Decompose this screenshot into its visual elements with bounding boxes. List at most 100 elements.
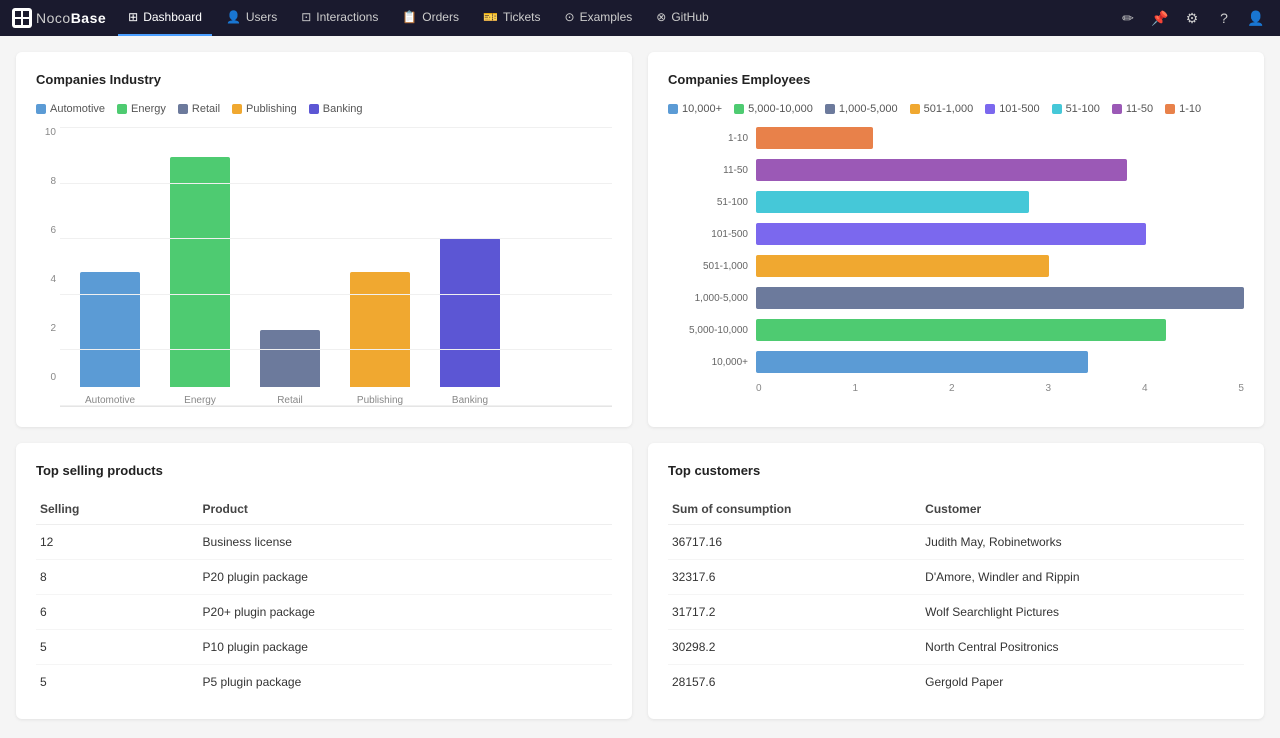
cell-sum: 32317.6	[668, 560, 921, 595]
nav-tickets[interactable]: 🎫 Tickets	[473, 0, 551, 36]
tables-row: Top selling products Selling Product 12B…	[16, 443, 1264, 719]
cell-selling: 5	[36, 665, 199, 700]
products-table: Selling Product 12Business license8P20 p…	[36, 494, 612, 699]
hbar-row: 51-100	[668, 191, 1244, 213]
logo-text: NocoBase	[36, 10, 106, 26]
hbar-row: 10,000+	[668, 351, 1244, 373]
industry-chart-wrap: 0246810 AutomotiveEnergyRetailPublishing…	[36, 127, 612, 407]
main-content: Companies Industry AutomotiveEnergyRetai…	[0, 36, 1280, 735]
legend-item: 101-500	[985, 103, 1039, 115]
cell-customer: Judith May, Robinetworks	[921, 525, 1244, 560]
hbar	[756, 319, 1166, 341]
table-row: 32317.6D'Amore, Windler and Rippin	[668, 560, 1244, 595]
gridline	[60, 238, 612, 239]
hbar-bg	[756, 223, 1244, 245]
nav-dashboard[interactable]: ⊞ Dashboard	[118, 0, 212, 36]
x-axis-label: 2	[949, 383, 955, 394]
hbar-label: 501-1,000	[668, 261, 748, 272]
hbar-label: 1,000-5,000	[668, 293, 748, 304]
x-axis-label: 0	[756, 383, 762, 394]
table-row: 36717.16Judith May, Robinetworks	[668, 525, 1244, 560]
bar-label: Banking	[452, 391, 488, 406]
hbar-label: 10,000+	[668, 357, 748, 368]
customers-col-customer: Customer	[921, 494, 1244, 525]
bar-col: Banking	[440, 238, 500, 407]
cell-customer: Gergold Paper	[921, 665, 1244, 700]
y-axis-label: 10	[36, 127, 56, 138]
user-icon[interactable]: 👤	[1244, 6, 1268, 30]
hbar-bg	[756, 319, 1244, 341]
github-icon: ⊗	[656, 10, 666, 24]
bar-label: Energy	[184, 391, 216, 406]
cell-sum: 31717.2	[668, 595, 921, 630]
employees-chart-wrap: 1-10 11-50 51-100 101-500 501-1,000 1,00…	[668, 127, 1244, 373]
bar-col: Energy	[170, 157, 230, 406]
hbar-bg	[756, 351, 1244, 373]
nav-orders[interactable]: 📋 Orders	[392, 0, 469, 36]
nav-right-icons: ✏ 📌 ⚙ ? 👤	[1116, 6, 1268, 30]
legend-item: 51-100	[1052, 103, 1100, 115]
employees-legend: 10,000+5,000-10,0001,000-5,000501-1,0001…	[668, 103, 1244, 115]
y-axis-label: 8	[36, 176, 56, 187]
industry-chart-card: Companies Industry AutomotiveEnergyRetai…	[16, 52, 632, 427]
x-axis-label: 4	[1142, 383, 1148, 394]
products-table-card: Top selling products Selling Product 12B…	[16, 443, 632, 719]
x-axis-label: 5	[1238, 383, 1244, 394]
industry-chart-area: 0246810 AutomotiveEnergyRetailPublishing…	[36, 127, 612, 407]
bar	[350, 272, 410, 387]
hbar	[756, 159, 1127, 181]
legend-item: 10,000+	[668, 103, 722, 115]
gridline	[60, 294, 612, 295]
charts-row: Companies Industry AutomotiveEnergyRetai…	[16, 52, 1264, 427]
gridline	[60, 127, 612, 128]
pin-icon[interactable]: 📌	[1148, 6, 1172, 30]
cell-customer: Wolf Searchlight Pictures	[921, 595, 1244, 630]
cell-sum: 36717.16	[668, 525, 921, 560]
cell-product: P20+ plugin package	[199, 595, 612, 630]
nav-github[interactable]: ⊗ GitHub	[646, 0, 718, 36]
products-col-product: Product	[199, 494, 612, 525]
x-axis-label: 3	[1045, 383, 1051, 394]
nav-users[interactable]: 👤 Users	[216, 0, 287, 36]
bar	[170, 157, 230, 387]
help-icon[interactable]: ?	[1212, 6, 1236, 30]
legend-item: Banking	[309, 103, 363, 115]
table-row: 5P5 plugin package	[36, 665, 612, 700]
hbar-bg	[756, 255, 1244, 277]
industry-yaxis: 0246810	[36, 127, 60, 383]
bar	[80, 272, 140, 387]
hbar	[756, 351, 1088, 373]
y-axis-label: 0	[36, 372, 56, 383]
hbar	[756, 287, 1244, 309]
hbar-row: 5,000-10,000	[668, 319, 1244, 341]
hbar-label: 11-50	[668, 165, 748, 176]
pencil-icon[interactable]: ✏	[1116, 6, 1140, 30]
bar	[260, 330, 320, 388]
nav-interactions[interactable]: ⊡ Interactions	[291, 0, 388, 36]
hbar	[756, 191, 1029, 213]
table-row: 12Business license	[36, 525, 612, 560]
customers-table-card: Top customers Sum of consumption Custome…	[648, 443, 1264, 719]
hbar-row: 1,000-5,000	[668, 287, 1244, 309]
cell-customer: North Central Positronics	[921, 630, 1244, 665]
legend-item: 1,000-5,000	[825, 103, 898, 115]
products-col-selling: Selling	[36, 494, 199, 525]
hbar-row: 501-1,000	[668, 255, 1244, 277]
cell-selling: 6	[36, 595, 199, 630]
y-axis-label: 2	[36, 323, 56, 334]
users-icon: 👤	[226, 10, 241, 24]
legend-item: Publishing	[232, 103, 297, 115]
cell-product: P5 plugin package	[199, 665, 612, 700]
hbar-label: 101-500	[668, 229, 748, 240]
tickets-icon: 🎫	[483, 10, 498, 24]
employees-xaxis: 012345	[668, 383, 1244, 394]
legend-item: 501-1,000	[910, 103, 974, 115]
settings-icon[interactable]: ⚙	[1180, 6, 1204, 30]
logo[interactable]: NocoBase	[12, 8, 106, 28]
customers-table: Sum of consumption Customer 36717.16Judi…	[668, 494, 1244, 699]
legend-item: 1-10	[1165, 103, 1201, 115]
nav-examples[interactable]: ⊙ Examples	[555, 0, 643, 36]
y-axis-label: 4	[36, 274, 56, 285]
industry-legend: AutomotiveEnergyRetailPublishingBanking	[36, 103, 612, 115]
table-row: 31717.2Wolf Searchlight Pictures	[668, 595, 1244, 630]
